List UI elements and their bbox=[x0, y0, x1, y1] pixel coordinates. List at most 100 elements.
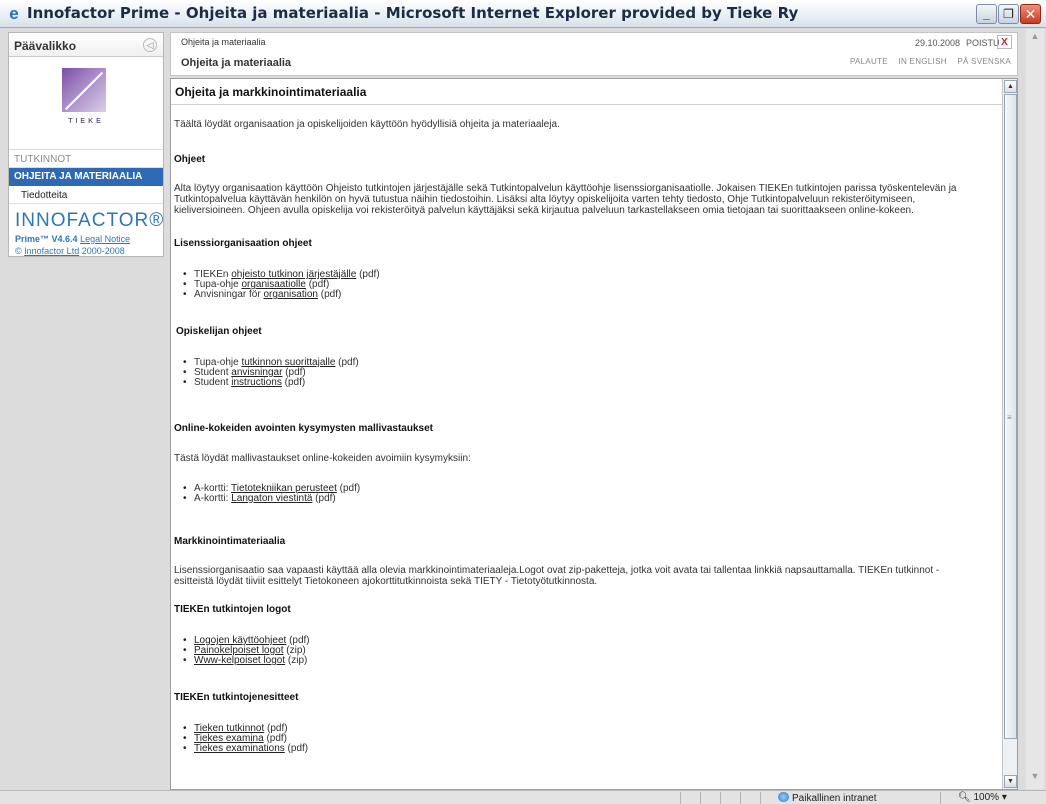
item-format: (pdf) bbox=[335, 357, 359, 368]
item-prefix: Student bbox=[194, 377, 232, 388]
window-scrollbar[interactable]: ▲ ▼ bbox=[1026, 29, 1044, 789]
zoom-level: 100% bbox=[973, 792, 1000, 803]
zoom-dropdown-icon[interactable]: ▾ bbox=[1002, 792, 1007, 803]
item-format: (pdf) bbox=[336, 483, 361, 494]
logout-link[interactable]: POISTU bbox=[966, 38, 1000, 48]
tieke-logo-text: TIEKE bbox=[68, 118, 104, 125]
breadcrumb[interactable]: Ohjeita ja materiaalia bbox=[181, 37, 266, 47]
ohjeet-text-line3: kieliversioineen. Ohjeen avulla opiskeli… bbox=[174, 205, 914, 216]
status-divider bbox=[760, 792, 761, 804]
doc-link[interactable]: Langaton viestintä bbox=[231, 493, 312, 504]
innofactor-logo: INNOFACTOR® bbox=[15, 210, 165, 231]
item-format: (pdf) bbox=[281, 377, 306, 388]
status-divider bbox=[740, 792, 741, 804]
tieke-logo: TIEKE bbox=[9, 57, 163, 150]
copyright-years: 2000-2008 bbox=[81, 246, 125, 256]
list-item: Www-kelpoiset logot (zip) bbox=[183, 655, 310, 667]
item-format: (pdf) bbox=[356, 269, 380, 280]
maximize-button[interactable]: ❐ bbox=[998, 4, 1019, 24]
student-doc-list: Tupa-ohje tutkinnon suorittajalle (pdf) … bbox=[183, 357, 359, 389]
brochures-list: Tieken tutkinnot (pdf) Tiekes examina (p… bbox=[183, 724, 309, 755]
ohjeet-text-line2: Tutkintopalvelua käyttävän henkilön on h… bbox=[174, 194, 916, 205]
status-divider bbox=[700, 792, 701, 804]
zoom-icon: 🔍︎ bbox=[958, 792, 971, 803]
marketing-text-line1: Lisenssiorganisaatio saa vapaasti käyttä… bbox=[174, 565, 940, 576]
innofactor-branding: INNOFACTOR® Prime™ V4.6.4 Legal Notice ©… bbox=[9, 204, 163, 256]
scroll-up-icon[interactable]: ▲ bbox=[1004, 80, 1017, 93]
logos-list: Logojen käyttöohjeet (pdf) Painokelpoise… bbox=[183, 636, 310, 667]
section-license-title: Lisenssiorganisaation ohjeet bbox=[174, 238, 312, 249]
list-item: Student instructions (pdf) bbox=[183, 377, 359, 389]
page-title: Ohjeita ja materiaalia bbox=[181, 57, 292, 69]
doc-link[interactable]: organisation bbox=[263, 289, 317, 300]
section-marketing-title: Markkinointimateriaalia bbox=[174, 536, 286, 547]
version-label: Prime™ V4.6.4 bbox=[15, 234, 78, 244]
sidebar-section-tutkinnot[interactable]: TUTKINNOT bbox=[9, 150, 163, 168]
sidebar-item-ohjeita[interactable]: OHJEITA JA MATERIAALIA bbox=[9, 168, 163, 186]
status-bar: Paikallinen intranet 🔍︎ 100% ▾ bbox=[0, 790, 1046, 804]
heading-divider bbox=[171, 104, 1002, 105]
license-doc-list: TIEKEn ohjeisto tutkinon järjestäjälle (… bbox=[183, 269, 380, 301]
english-link[interactable]: IN ENGLISH bbox=[898, 57, 946, 66]
doc-link[interactable]: instructions bbox=[231, 377, 282, 388]
marketing-text-line2: esitteistä löydät tiiviit esittelyt Tiet… bbox=[174, 576, 598, 587]
content-scrollbar[interactable]: ▲ ▼ bbox=[1002, 79, 1017, 789]
list-item: Anvisningar för organisation (pdf) bbox=[183, 289, 380, 301]
section-student-title: Opiskelijan ohjeet bbox=[176, 326, 262, 337]
section-logos-title: TIEKEn tutkintojen logot bbox=[174, 604, 291, 615]
ohjeet-text-line1: Alta löytyy organisaation käyttöön Ohjei… bbox=[174, 183, 957, 194]
section-ohjeet-title: Ohjeet bbox=[174, 154, 206, 165]
doc-link[interactable]: Tiekes examinations bbox=[194, 743, 285, 754]
content-frame: Ohjeita ja markkinointimateriaalia Täält… bbox=[170, 78, 1018, 790]
online-doc-list: A-kortti: Tietotekniikan perusteet (pdf)… bbox=[183, 483, 361, 505]
current-date: 29.10.2008 bbox=[915, 38, 961, 48]
version-info: Prime™ V4.6.4 Legal Notice bbox=[15, 234, 157, 244]
collapse-icon[interactable]: ◁ bbox=[143, 38, 157, 52]
sidebar-title: Päävalikko bbox=[14, 39, 77, 53]
content-body: Ohjeita ja markkinointimateriaalia Täält… bbox=[171, 79, 1002, 789]
header-links: PALAUTE IN ENGLISH PÅ SVENSKA bbox=[842, 57, 1011, 66]
copyright-symbol: © bbox=[15, 246, 22, 256]
zone-label: Paikallinen intranet bbox=[792, 793, 877, 804]
scroll-down-icon[interactable]: ▼ bbox=[1004, 775, 1017, 788]
item-format: (pdf) bbox=[317, 289, 342, 300]
status-divider bbox=[940, 792, 941, 804]
innofactor-link[interactable]: Innofactor Ltd bbox=[24, 246, 79, 256]
status-divider bbox=[720, 792, 721, 804]
close-window-button[interactable]: ✕ bbox=[1020, 4, 1041, 24]
window-scroll-up-icon[interactable]: ▲ bbox=[1028, 31, 1042, 45]
window-title: Innofactor Prime - Ohjeita ja materiaali… bbox=[27, 4, 799, 22]
item-format: (pdf) bbox=[312, 493, 336, 504]
window-titlebar: e Innofactor Prime - Ohjeita ja materiaa… bbox=[0, 0, 1046, 28]
item-prefix: A-kortti: bbox=[194, 493, 232, 504]
list-item: A-kortti: Langaton viestintä (pdf) bbox=[183, 493, 360, 505]
online-text: Tästä löydät mallivastaukset online-koke… bbox=[174, 453, 471, 464]
swedish-link[interactable]: PÅ SVENSKA bbox=[957, 57, 1011, 66]
tieke-logo-mark bbox=[62, 68, 106, 112]
list-item: Tiekes examinations (pdf) bbox=[183, 743, 309, 755]
copyright: © Innofactor Ltd 2000-2008 bbox=[15, 246, 157, 256]
status-divider bbox=[680, 792, 681, 804]
doc-link[interactable]: Www-kelpoiset logot bbox=[194, 655, 285, 666]
item-prefix: Anvisningar för bbox=[194, 289, 264, 300]
item-format: (zip) bbox=[285, 655, 308, 666]
section-brochures-title: TIEKEn tutkintojenesitteet bbox=[174, 692, 299, 703]
legal-notice-link[interactable]: Legal Notice bbox=[80, 234, 130, 244]
zoom-control[interactable]: 🔍︎ 100% ▾ bbox=[958, 792, 1007, 803]
security-zone[interactable]: Paikallinen intranet bbox=[778, 792, 877, 804]
intranet-icon bbox=[778, 792, 789, 802]
main-menu-sidebar: Päävalikko ◁ TIEKE TUTKINNOT OHJEITA JA … bbox=[8, 32, 164, 257]
minimize-button[interactable]: _ bbox=[976, 4, 997, 24]
logout-close-icon[interactable]: X bbox=[997, 35, 1012, 49]
internet-explorer-icon: e bbox=[9, 4, 19, 23]
content-header: Ohjeita ja materiaalia Ohjeita ja materi… bbox=[170, 32, 1018, 76]
section-online-title: Online-kokeiden avointen kysymysten mall… bbox=[174, 423, 433, 434]
item-format: (pdf) bbox=[284, 743, 309, 754]
sidebar-item-tiedotteita[interactable]: Tiedotteita bbox=[9, 186, 163, 204]
sidebar-header: Päävalikko ◁ bbox=[9, 33, 163, 57]
feedback-link[interactable]: PALAUTE bbox=[850, 57, 888, 66]
window-scroll-down-icon[interactable]: ▼ bbox=[1028, 771, 1042, 785]
scrollbar-thumb[interactable] bbox=[1004, 94, 1017, 739]
intro-text: Täältä löydät organisaation ja opiskelij… bbox=[174, 119, 560, 130]
content-heading: Ohjeita ja markkinointimateriaalia bbox=[175, 85, 367, 99]
